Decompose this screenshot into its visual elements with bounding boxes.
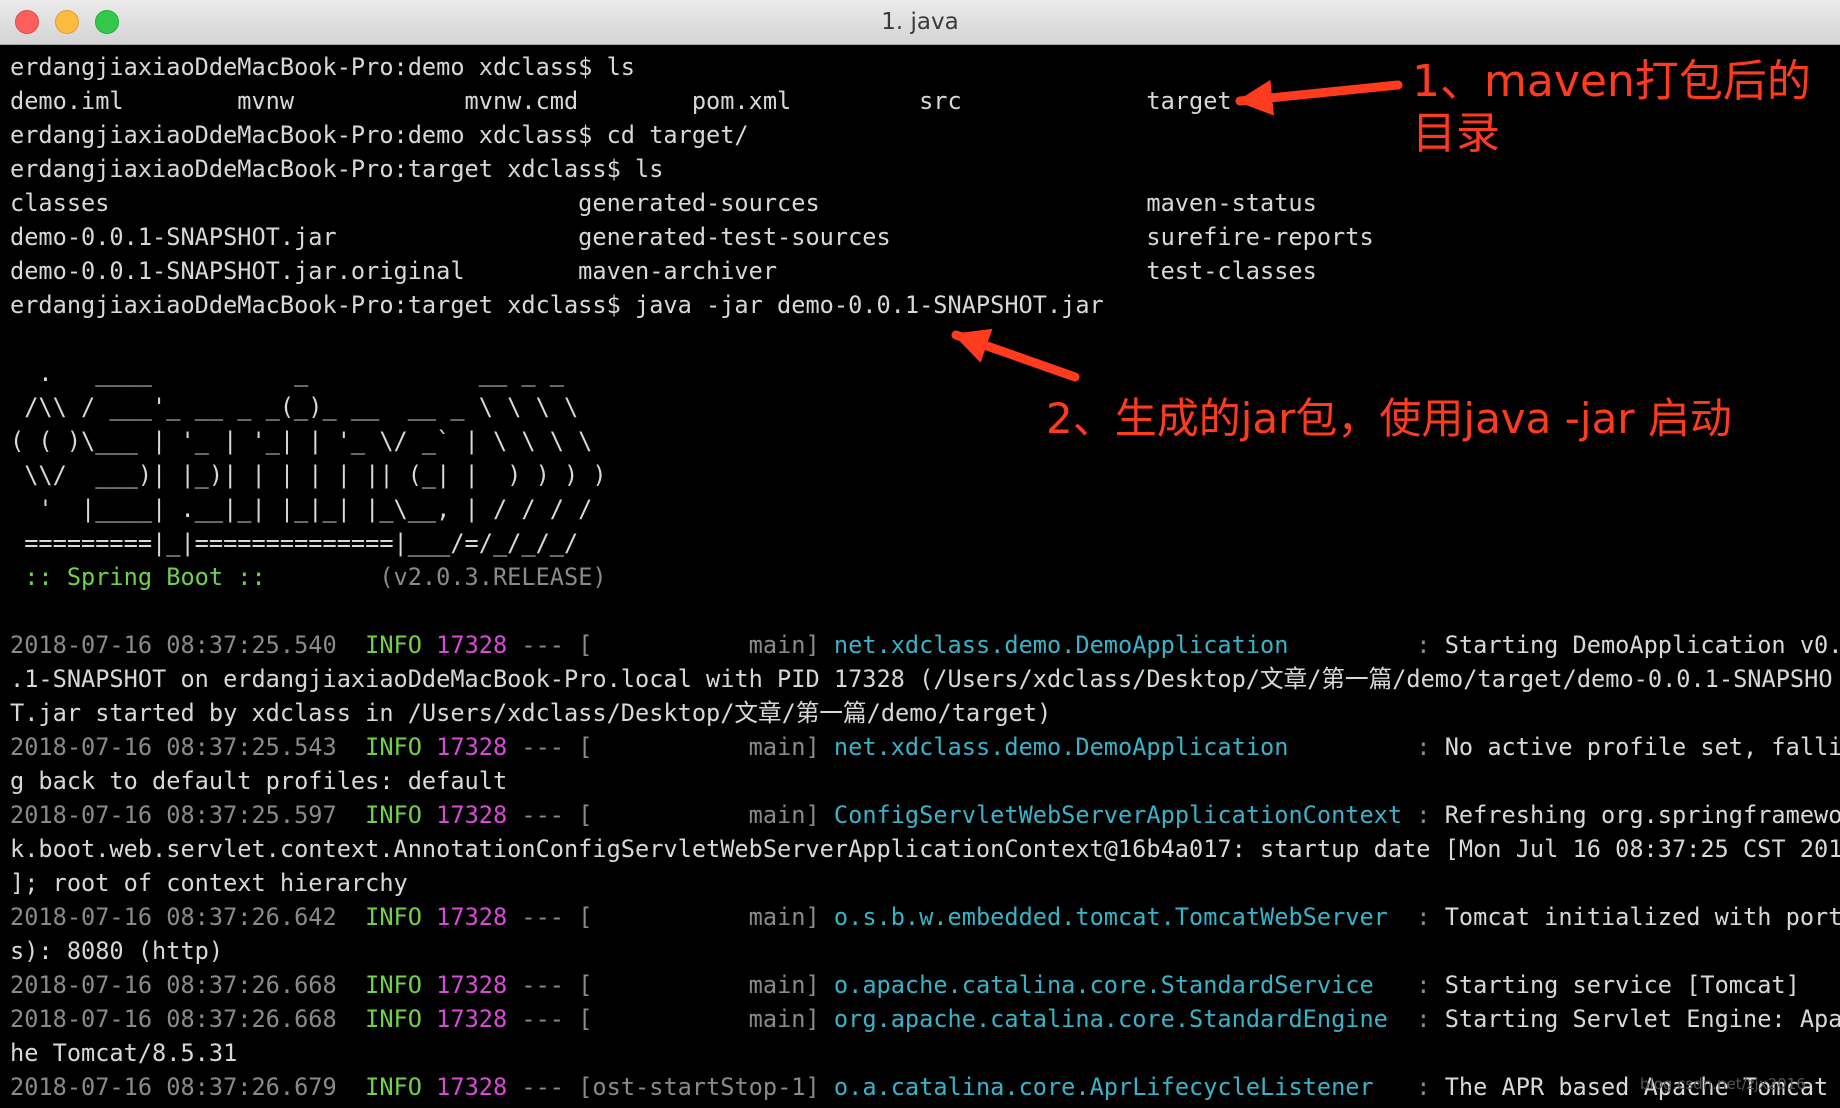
annotation-arrow-1 [1235,79,1403,116]
annotation-maven-package-dir: 1、maven打包后的 目录 [1412,56,1811,160]
annotation-1-line-2: 目录 [1412,108,1500,159]
annotation-arrow-2 [951,328,1080,382]
watermark: blog.csdn.net/zjx2016 [1640,1075,1806,1093]
annotation-1-line-1: 1、maven打包后的 [1412,56,1811,107]
annotation-arrows [951,79,1403,382]
annotation-jar-launch: 2、生成的jar包，使用java -jar 启动 [1046,394,1732,443]
terminal-window: 1. java erdangjiaxiaoDdeMacBook-Pro:demo… [0,0,1840,1108]
